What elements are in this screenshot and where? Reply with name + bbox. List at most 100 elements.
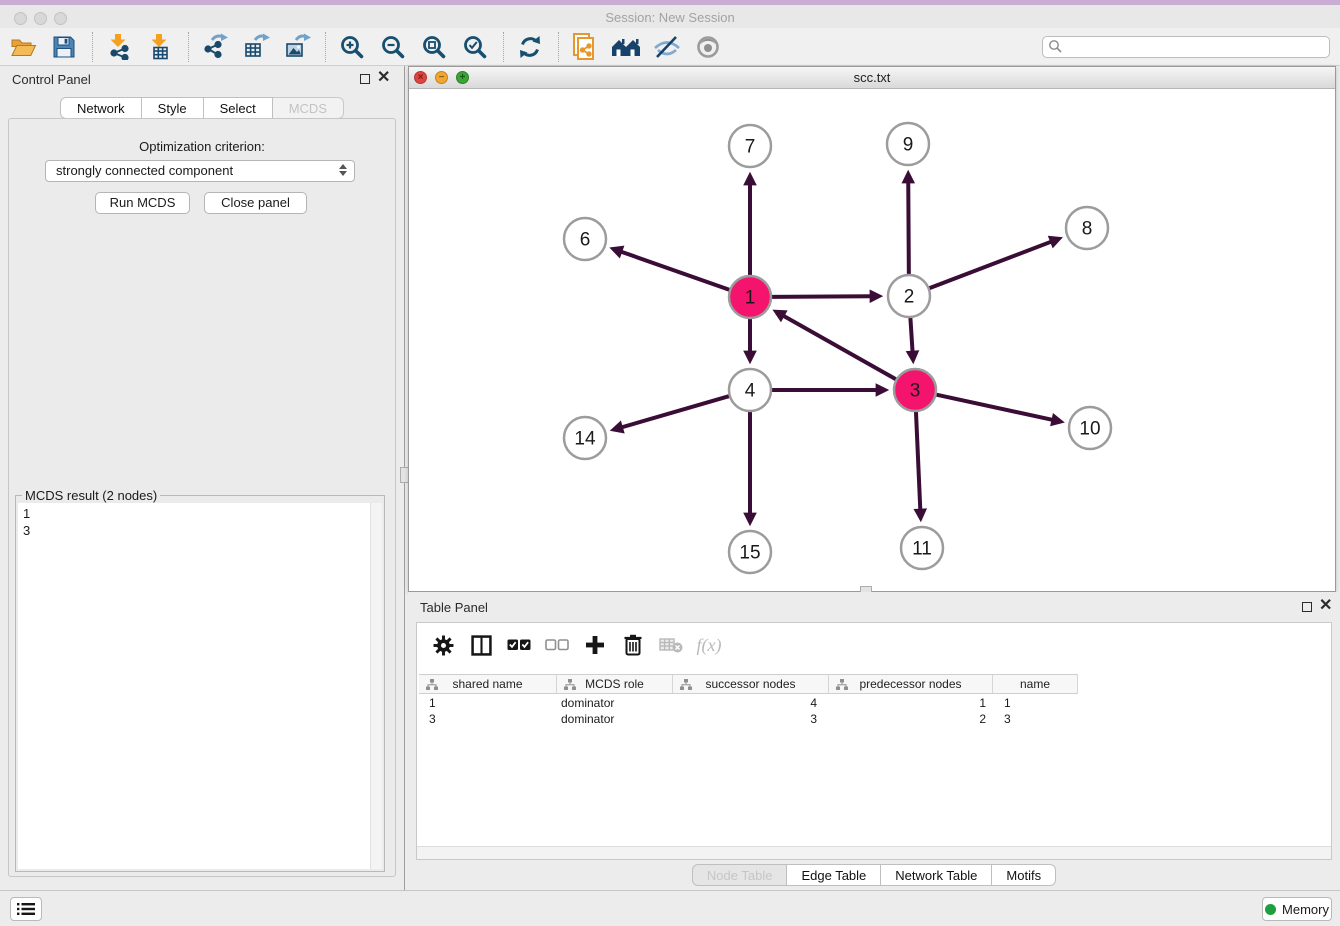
table-settings-button[interactable] <box>431 633 455 657</box>
add-row-button[interactable] <box>583 633 607 657</box>
apply-layout-button[interactable] <box>515 31 545 63</box>
control-tab-style[interactable]: Style <box>142 97 204 119</box>
table-tab-edge-table[interactable]: Edge Table <box>787 864 881 886</box>
export-table-button[interactable] <box>241 31 271 63</box>
graph-node-1[interactable]: 1 <box>729 276 771 318</box>
float-panel-icon[interactable] <box>360 74 370 84</box>
show-columns-button[interactable] <box>469 633 493 657</box>
export-image-icon <box>284 33 311 60</box>
graph-edge-1-6[interactable] <box>621 252 729 290</box>
network-window-title: scc.txt <box>409 70 1335 85</box>
table-cell[interactable]: dominator <box>557 695 673 711</box>
table-header-row: shared nameMCDS rolesuccessor nodesprede… <box>419 674 1078 694</box>
select-all-icon <box>507 638 531 652</box>
float-table-panel-icon[interactable] <box>1302 602 1312 612</box>
graph-node-11[interactable]: 11 <box>901 527 943 569</box>
clone-network-button[interactable] <box>570 31 600 63</box>
table-cell[interactable]: 2 <box>829 711 993 727</box>
column-header-MCDS-role[interactable]: MCDS role <box>557 675 673 693</box>
graph-node-15[interactable]: 15 <box>729 531 771 573</box>
mcds-result-group: MCDS result (2 nodes) 1 3 <box>15 495 385 872</box>
control-tab-network[interactable]: Network <box>60 97 142 119</box>
graph-edge-3-11[interactable] <box>916 412 920 510</box>
column-header-successor-nodes[interactable]: successor nodes <box>673 675 829 693</box>
network-window-titlebar[interactable]: × − + scc.txt <box>409 67 1335 89</box>
export-network-button[interactable] <box>200 31 230 63</box>
svg-text:15: 15 <box>739 543 760 564</box>
zoom-selected-icon <box>462 34 488 60</box>
column-header-predecessor-nodes[interactable]: predecessor nodes <box>829 675 993 693</box>
mcds-result-legend: MCDS result (2 nodes) <box>22 488 160 503</box>
mcds-result-textarea[interactable]: 1 3 <box>18 503 370 869</box>
graph-node-8[interactable]: 8 <box>1066 207 1108 249</box>
deselect-all-button[interactable] <box>545 633 569 657</box>
graph-node-4[interactable]: 4 <box>729 369 771 411</box>
table-cell[interactable]: 3 <box>419 711 557 727</box>
column-header-shared-name[interactable]: shared name <box>419 675 557 693</box>
deselect-all-icon <box>545 638 569 652</box>
network-canvas[interactable]: 7 9 6 8 1 2 4 3 14 10 15 11 <box>409 89 1335 591</box>
graph-edge-2-8[interactable] <box>930 242 1052 289</box>
graph-node-9[interactable]: 9 <box>887 123 929 165</box>
table-horizontal-scrollbar[interactable] <box>417 846 1331 859</box>
memory-button[interactable]: Memory <box>1262 897 1332 921</box>
preview-button[interactable] <box>693 31 723 63</box>
table-cell[interactable]: 3 <box>993 711 1078 727</box>
close-table-panel-icon[interactable]: ✕ <box>1319 597 1332 615</box>
table-cell[interactable]: 4 <box>673 695 829 711</box>
show-hide-button[interactable] <box>652 31 682 63</box>
graph-edge-4-14[interactable] <box>621 396 728 427</box>
search-field[interactable] <box>1042 36 1330 58</box>
close-panel-icon[interactable]: ✕ <box>377 69 390 87</box>
graph-node-6[interactable]: 6 <box>564 218 606 260</box>
svg-text:3: 3 <box>910 381 921 402</box>
graph-edge-1-2[interactable] <box>772 296 871 297</box>
table-row[interactable]: 3dominator323 <box>419 711 1329 727</box>
table-cell[interactable]: 1 <box>829 695 993 711</box>
run-mcds-button[interactable]: Run MCDS <box>95 192 190 214</box>
table-cell[interactable]: 1 <box>993 695 1078 711</box>
zoom-out-button[interactable] <box>378 31 408 63</box>
import-network-button[interactable] <box>104 31 134 63</box>
criterion-select[interactable]: strongly connected component <box>45 160 355 182</box>
graph-node-2[interactable]: 2 <box>888 275 930 317</box>
table-cell[interactable]: 1 <box>419 695 557 711</box>
table-tab-node-table[interactable]: Node Table <box>692 864 788 886</box>
import-table-button[interactable] <box>145 31 175 63</box>
network-graph: 7 9 6 8 1 2 4 3 14 10 15 11 <box>409 89 1335 592</box>
status-bar: Memory <box>0 890 1340 926</box>
close-panel-button[interactable]: Close panel <box>204 192 307 214</box>
graph-node-10[interactable]: 10 <box>1069 407 1111 449</box>
open-session-button[interactable] <box>8 31 38 63</box>
control-tab-select[interactable]: Select <box>204 97 273 119</box>
mcds-result-scrollbar[interactable] <box>370 503 382 869</box>
memory-status-icon <box>1265 904 1276 915</box>
table-cell[interactable]: dominator <box>557 711 673 727</box>
column-type-icon <box>836 679 848 691</box>
table-tab-network-table[interactable]: Network Table <box>881 864 992 886</box>
control-tab-mcds[interactable]: MCDS <box>273 97 344 119</box>
graph-edge-2-3[interactable] <box>910 318 912 352</box>
control-panel: Control Panel ✕ NetworkStyleSelectMCDS O… <box>0 66 404 890</box>
first-neighbors-button[interactable] <box>611 31 641 63</box>
table-cell[interactable]: 3 <box>673 711 829 727</box>
graph-node-7[interactable]: 7 <box>729 125 771 167</box>
table-row[interactable]: 1dominator411 <box>419 695 1329 711</box>
task-history-button[interactable] <box>10 897 42 921</box>
graph-edge-3-10[interactable] <box>936 395 1052 420</box>
export-image-button[interactable] <box>282 31 312 63</box>
select-all-button[interactable] <box>507 633 531 657</box>
graph-edge-2-9[interactable] <box>908 182 909 274</box>
save-session-button[interactable] <box>49 31 79 63</box>
zoom-fit-button[interactable] <box>419 31 449 63</box>
delete-row-button[interactable] <box>621 633 645 657</box>
zoom-in-button[interactable] <box>337 31 367 63</box>
svg-text:9: 9 <box>903 135 914 156</box>
search-input[interactable] <box>1063 40 1329 54</box>
graph-node-14[interactable]: 14 <box>564 417 606 459</box>
column-header-name[interactable]: name <box>993 675 1078 693</box>
graph-edge-3-1[interactable] <box>783 316 896 380</box>
graph-node-3[interactable]: 3 <box>894 369 936 411</box>
zoom-selected-button[interactable] <box>460 31 490 63</box>
table-tab-motifs[interactable]: Motifs <box>992 864 1056 886</box>
